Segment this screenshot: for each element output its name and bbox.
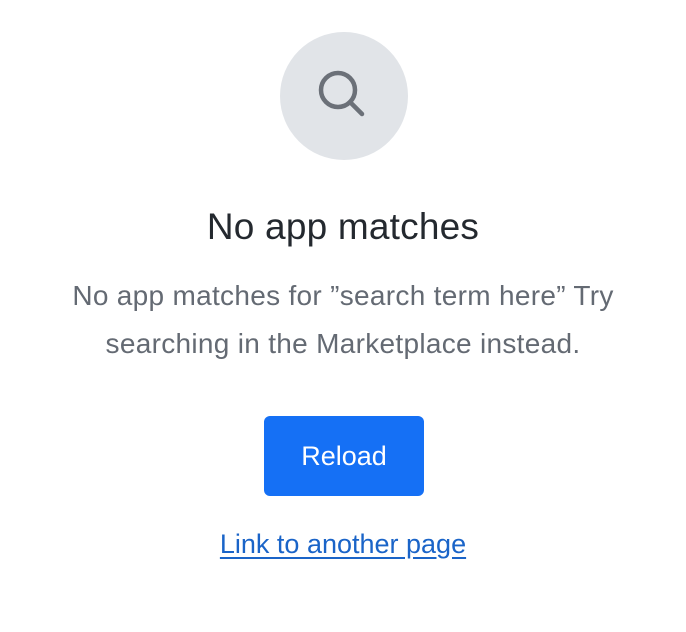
another-page-link-container: Link to another page [0,526,686,562]
search-icon [318,70,365,117]
another-page-link[interactable]: Link to another page [220,529,466,559]
empty-state-description: No app matches for ”search term here” Tr… [72,280,614,359]
empty-state: No app matches No app matches for ”searc… [0,0,686,632]
reload-button[interactable]: Reload [264,416,424,496]
search-icon-circle [280,32,408,160]
empty-state-title: No app matches [206,206,480,247]
